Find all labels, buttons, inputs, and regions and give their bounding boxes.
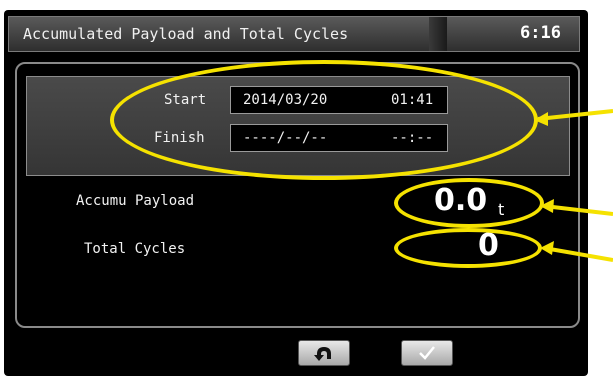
clock-display: 6:16 — [520, 23, 561, 43]
cycles-label: Total Cycles — [84, 241, 186, 257]
start-date-value: 2014/03/20 — [243, 92, 328, 108]
title-divider — [429, 17, 447, 51]
start-time-value: 01:41 — [391, 92, 434, 108]
finish-label: Finish — [154, 130, 205, 146]
cycles-value: 0 — [478, 228, 499, 263]
payload-label: Accumu Payload — [76, 193, 195, 209]
back-button[interactable] — [298, 340, 350, 366]
start-datetime-field: 2014/03/20 01:41 — [230, 86, 448, 114]
title-bar: Accumulated Payload and Total Cycles 6:1… — [8, 16, 580, 52]
confirm-button[interactable] — [401, 340, 453, 366]
return-arrow-icon — [314, 347, 331, 361]
checkmark-icon — [419, 346, 435, 360]
payload-value: 0.0 — [434, 183, 488, 218]
finish-date-value: ----/--/-- — [243, 130, 328, 146]
start-label: Start — [164, 92, 207, 108]
payload-unit: t — [498, 200, 505, 219]
screen-title: Accumulated Payload and Total Cycles — [23, 25, 349, 43]
finish-time-value: --:-- — [391, 130, 434, 146]
finish-datetime-field: ----/--/-- --:-- — [230, 124, 448, 152]
